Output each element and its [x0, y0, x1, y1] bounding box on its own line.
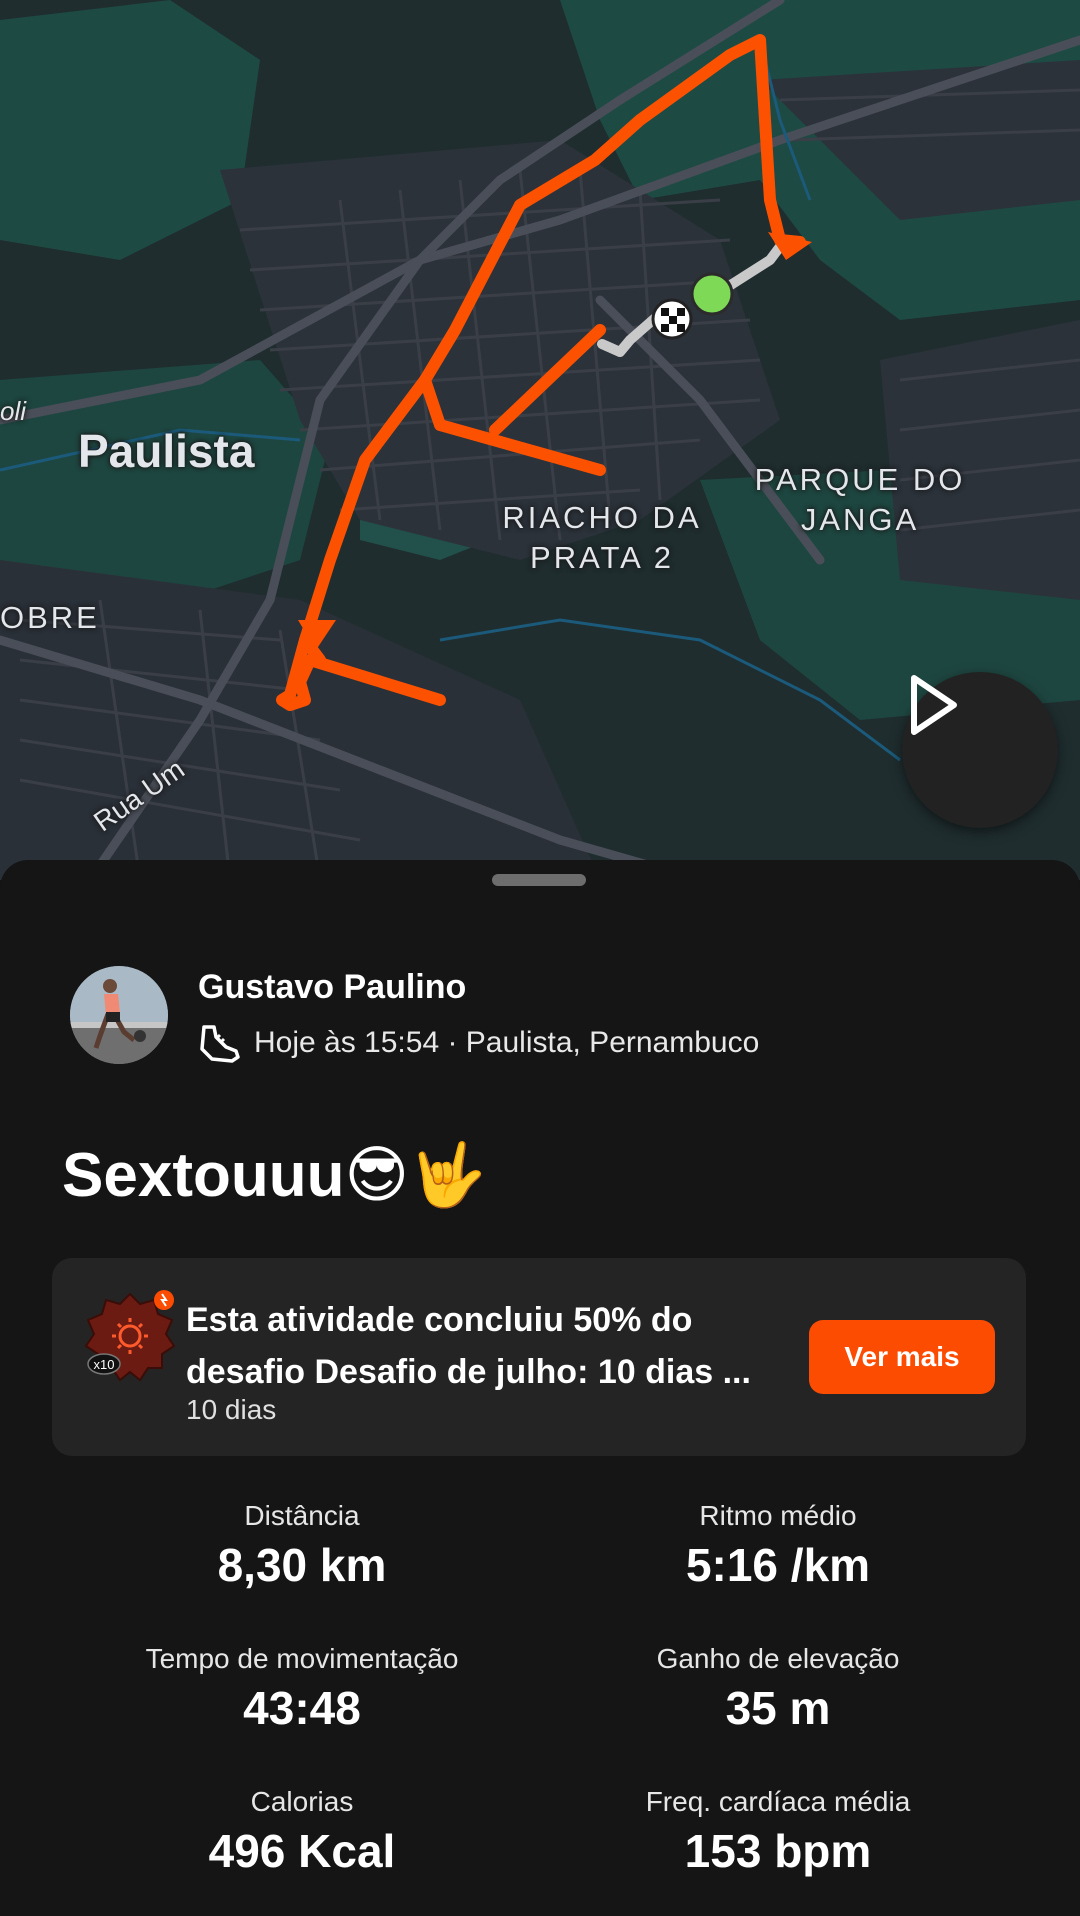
- activity-meta: Hoje às 15:54 · Paulista, Pernambuco: [198, 1023, 759, 1063]
- ver-mais-button[interactable]: Ver mais: [809, 1320, 995, 1394]
- challenge-text-line2: desafio Desafio de julho: 10 dias ...: [186, 1353, 751, 1391]
- stat-distance: Distância 8,30 km: [52, 1500, 552, 1592]
- challenge-description: Esta atividade concluiu 50% do desafio D…: [186, 1294, 836, 1398]
- map-label-parque-do-janga: PARQUE DO JANGA: [740, 460, 980, 540]
- stat-elevation: Ganho de elevação 35 m: [528, 1643, 1028, 1735]
- stat-label: Distância: [244, 1500, 360, 1531]
- map-label-paulista: Paulista: [78, 425, 255, 477]
- challenge-subtitle: 10 dias: [186, 1394, 277, 1425]
- stat-moving-time: Tempo de movimentação 43:48: [52, 1643, 552, 1735]
- stat-label: Ganho de elevação: [656, 1643, 900, 1674]
- challenge-badge-icon: x10: [84, 1290, 176, 1382]
- stat-value: 5:16 /km: [685, 1539, 871, 1591]
- stat-value: 43:48: [243, 1682, 361, 1734]
- activity-title: Sextouuu😎🤟: [62, 1141, 487, 1210]
- stat-calories: Calorias 496 Kcal: [52, 1786, 552, 1878]
- map-label-parque-line1: PARQUE DO: [754, 462, 966, 497]
- stat-label: Freq. cardíaca média: [645, 1786, 911, 1817]
- stat-value: 8,30 km: [217, 1539, 387, 1591]
- avatar-image: [70, 966, 168, 1064]
- stat-label: Calorias: [250, 1786, 354, 1817]
- map-label-riacho-line2: PRATA 2: [530, 540, 674, 575]
- challenge-card[interactable]: x10 Esta atividade concluiu 50% do desaf…: [52, 1258, 1026, 1456]
- route-map[interactable]: Paulista PARQUE DO JANGA RIACHO DA PRATA…: [0, 0, 1080, 880]
- stat-label: Tempo de movimentação: [145, 1643, 459, 1674]
- stat-value: 35 m: [725, 1682, 831, 1734]
- stat-label: Ritmo médio: [699, 1500, 857, 1531]
- stat-value: 153 bpm: [684, 1825, 872, 1877]
- map-label-riacho-line1: RIACHO DA: [502, 500, 702, 535]
- map-label-oli: oli: [0, 396, 27, 426]
- stat-value: 496 Kcal: [208, 1825, 396, 1877]
- play-icon: [911, 675, 957, 735]
- challenge-text-line1: Esta atividade concluiu 50% do: [186, 1301, 693, 1339]
- drag-handle[interactable]: [492, 874, 586, 886]
- running-shoe-icon: [200, 1025, 240, 1063]
- map-label-obre: OBRE: [0, 600, 100, 635]
- activity-sheet: Gustavo Paulino Hoje às 15:54 · Paulista…: [0, 860, 1080, 1916]
- athlete-name[interactable]: Gustavo Paulino: [198, 968, 466, 1007]
- stat-pace: Ritmo médio 5:16 /km: [528, 1500, 1028, 1592]
- stat-heart-rate: Freq. cardíaca média 153 bpm: [528, 1786, 1028, 1878]
- avatar[interactable]: [70, 966, 168, 1064]
- badge-label: x10: [94, 1357, 115, 1372]
- play-button[interactable]: [902, 672, 1058, 828]
- activity-meta-text: Hoje às 15:54 · Paulista, Pernambuco: [254, 1026, 760, 1059]
- map-label-riacho-da-prata: RIACHO DA PRATA 2: [482, 498, 722, 578]
- map-label-parque-line2: JANGA: [800, 502, 920, 537]
